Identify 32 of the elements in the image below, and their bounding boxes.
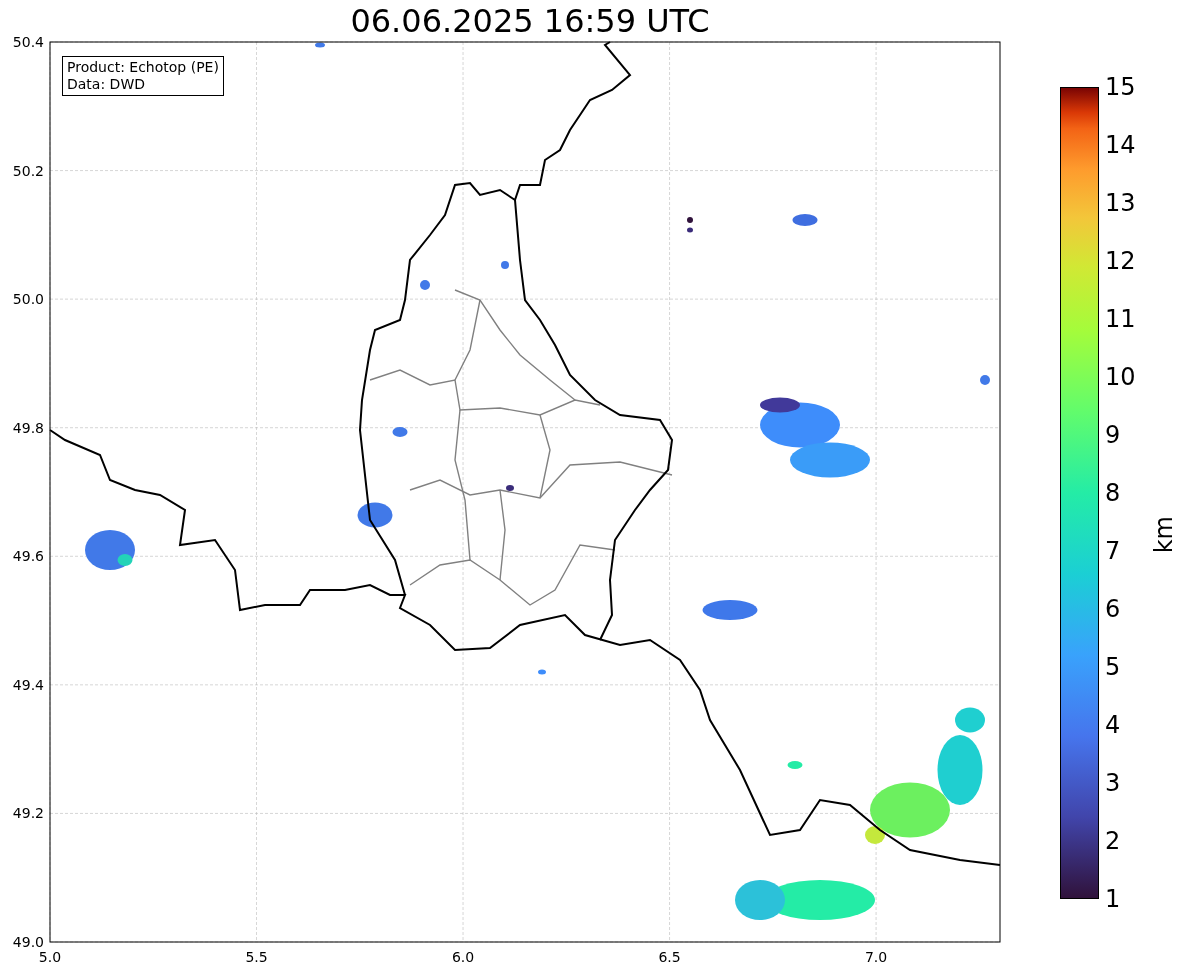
y-tick-label: 49.2	[12, 805, 44, 822]
y-tick-label: 50.4	[12, 34, 44, 50]
x-tick-label: 6.0	[451, 949, 475, 965]
colorbar-tick-label: 3	[1105, 770, 1122, 796]
colorbar-tick-label: 6	[1105, 596, 1122, 622]
colorbar-tick-label: 4	[1105, 712, 1122, 738]
y-tick-label: 49.8	[12, 419, 44, 436]
colorbar-tick-label: 2	[1105, 828, 1122, 854]
colorbar-tick-label: 7	[1105, 538, 1122, 564]
y-tick-label: 50.0	[12, 291, 44, 308]
x-tick-label: 6.5	[658, 949, 681, 965]
x-tick-label: 5.0	[38, 949, 62, 965]
info-text: Product: Echotop (PE)	[67, 59, 219, 76]
colorbar-tick-label: 10	[1105, 364, 1136, 390]
colorbar-tick-label: 12	[1105, 248, 1136, 274]
colorbar-tick-label: 13	[1105, 190, 1136, 216]
x-tick-label: 7.0	[864, 949, 888, 965]
colorbar-tick-label: 9	[1105, 422, 1122, 448]
colorbar-tick-label: 8	[1105, 480, 1122, 506]
chart-title: 06.06.2025 16:59 UTC	[350, 1, 710, 42]
y-tick-label: 49.6	[12, 548, 44, 565]
info-text: Data: DWD	[67, 76, 146, 93]
y-tick-label: 50.2	[12, 162, 44, 179]
colorbar-label: km	[1149, 516, 1178, 554]
y-tick-label: 49.4	[12, 676, 44, 693]
colorbar-tick-label: 11	[1105, 306, 1136, 332]
colorbar-tick-label: 14	[1105, 132, 1136, 158]
x-tick-label: 5.5	[245, 949, 268, 965]
colorbar-tick-label: 15	[1105, 74, 1136, 100]
y-tick-label: 49.0	[12, 934, 44, 950]
colorbar-tick-label: 5	[1105, 654, 1122, 680]
colorbar-tick-label: 1	[1105, 886, 1122, 912]
